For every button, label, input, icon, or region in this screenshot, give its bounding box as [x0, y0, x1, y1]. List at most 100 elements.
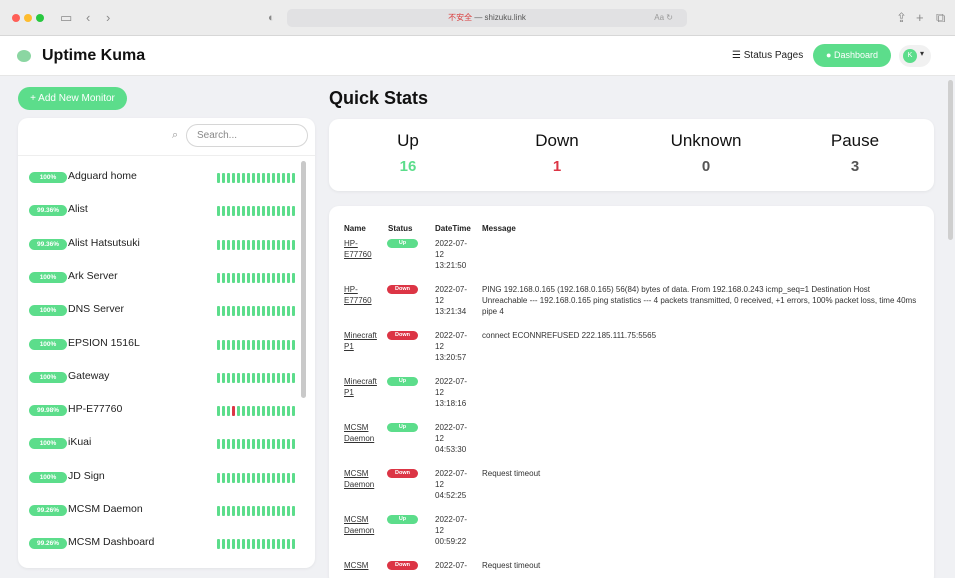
heartbeat-tick[interactable] [242, 439, 245, 449]
heartbeat-tick[interactable] [282, 173, 285, 183]
heartbeat-tick[interactable] [282, 539, 285, 549]
heartbeat-tick[interactable] [267, 406, 270, 416]
heartbeat-tick[interactable] [277, 240, 280, 250]
heartbeat-tick[interactable] [277, 506, 280, 516]
heartbeat-tick[interactable] [257, 206, 260, 216]
heartbeat-tick[interactable] [262, 406, 265, 416]
heartbeat-tick[interactable] [247, 173, 250, 183]
heartbeat-tick[interactable] [252, 306, 255, 316]
heartbeat-tick[interactable] [232, 173, 235, 183]
heartbeat-tick[interactable] [217, 240, 220, 250]
heartbeat-tick[interactable] [217, 340, 220, 350]
heartbeat-tick[interactable] [252, 406, 255, 416]
monitor-row[interactable]: 99.36% Alist Hatsutsuki [18, 227, 308, 260]
heartbeat-tick[interactable] [247, 273, 250, 283]
heartbeat-tick[interactable] [292, 506, 295, 516]
heartbeat-tick[interactable] [247, 539, 250, 549]
heartbeat-tick[interactable] [272, 373, 275, 383]
heartbeat-tick[interactable] [247, 439, 250, 449]
heartbeat-tick[interactable] [222, 240, 225, 250]
heartbeat-tick[interactable] [232, 473, 235, 483]
heartbeat-tick[interactable] [222, 373, 225, 383]
heartbeat-tick[interactable] [242, 206, 245, 216]
heartbeat-tick[interactable] [292, 539, 295, 549]
monitor-row[interactable]: 100% Ark Server [18, 260, 308, 293]
heartbeat-tick[interactable] [262, 506, 265, 516]
heartbeat-tick[interactable] [222, 273, 225, 283]
heartbeat-tick[interactable] [272, 539, 275, 549]
sidebar-toggle-icon[interactable]: ▭ [60, 9, 72, 27]
heartbeat-tick[interactable] [247, 240, 250, 250]
heartbeat-tick[interactable] [252, 206, 255, 216]
heartbeat-tick[interactable] [222, 473, 225, 483]
heartbeat-tick[interactable] [232, 506, 235, 516]
heartbeat-tick[interactable] [287, 506, 290, 516]
heartbeat-tick[interactable] [232, 240, 235, 250]
heartbeat-tick[interactable] [277, 206, 280, 216]
monitor-row[interactable]: 100% EPSION 1516L [18, 327, 308, 360]
heartbeat-tick[interactable] [292, 273, 295, 283]
heartbeat-tick[interactable] [252, 340, 255, 350]
heartbeat-tick[interactable] [242, 473, 245, 483]
monitor-row[interactable]: 99.26% MCSM Dashboard [18, 526, 308, 559]
heartbeat-tick[interactable] [292, 373, 295, 383]
heartbeat-tick[interactable] [247, 206, 250, 216]
heartbeat-tick[interactable] [237, 506, 240, 516]
heartbeat-tick[interactable] [242, 539, 245, 549]
new-tab-icon[interactable]: + [916, 9, 924, 27]
heartbeat-tick[interactable] [267, 340, 270, 350]
heartbeat-tick[interactable] [292, 173, 295, 183]
heartbeat-tick[interactable] [232, 206, 235, 216]
heartbeat-tick[interactable] [292, 306, 295, 316]
heartbeat-tick[interactable] [257, 439, 260, 449]
heartbeat-tick[interactable] [287, 273, 290, 283]
event-monitor-link[interactable]: Minecraft P1 [344, 330, 382, 352]
heartbeat-tick[interactable] [252, 240, 255, 250]
heartbeat-tick[interactable] [282, 506, 285, 516]
heartbeat-tick[interactable] [262, 340, 265, 350]
heartbeat-tick[interactable] [252, 173, 255, 183]
heartbeat-tick[interactable] [222, 406, 225, 416]
heartbeat-tick[interactable] [282, 306, 285, 316]
heartbeat-tick[interactable] [282, 340, 285, 350]
heartbeat-tick[interactable] [257, 273, 260, 283]
heartbeat-tick[interactable] [242, 240, 245, 250]
heartbeat-tick[interactable] [257, 406, 260, 416]
heartbeat-tick[interactable] [227, 173, 230, 183]
heartbeat-tick[interactable] [272, 206, 275, 216]
heartbeat-tick[interactable] [262, 273, 265, 283]
heartbeat-tick[interactable] [257, 373, 260, 383]
dashboard-button[interactable]: ● Dashboard [813, 44, 891, 67]
heartbeat-tick[interactable] [227, 439, 230, 449]
heartbeat-tick[interactable] [272, 306, 275, 316]
heartbeat-tick[interactable] [232, 273, 235, 283]
heartbeat-tick[interactable] [237, 273, 240, 283]
monitor-row[interactable]: 100% DNS Server [18, 293, 308, 326]
maximize-window-button[interactable] [36, 14, 44, 22]
heartbeat-tick[interactable] [242, 373, 245, 383]
heartbeat-tick[interactable] [222, 173, 225, 183]
heartbeat-tick[interactable] [262, 539, 265, 549]
monitor-row[interactable]: 99.26% MCSM Daemon [18, 493, 308, 526]
heartbeat-tick[interactable] [242, 340, 245, 350]
heartbeat-tick[interactable] [217, 306, 220, 316]
heartbeat-tick[interactable] [262, 206, 265, 216]
heartbeat-tick[interactable] [262, 306, 265, 316]
heartbeat-tick[interactable] [227, 206, 230, 216]
heartbeat-tick[interactable] [292, 473, 295, 483]
heartbeat-tick[interactable] [282, 240, 285, 250]
heartbeat-tick[interactable] [252, 439, 255, 449]
heartbeat-tick[interactable] [292, 406, 295, 416]
heartbeat-tick[interactable] [237, 439, 240, 449]
heartbeat-tick[interactable] [232, 439, 235, 449]
heartbeat-tick[interactable] [287, 539, 290, 549]
heartbeat-tick[interactable] [267, 373, 270, 383]
heartbeat-tick[interactable] [232, 306, 235, 316]
heartbeat-tick[interactable] [267, 240, 270, 250]
heartbeat-tick[interactable] [277, 539, 280, 549]
heartbeat-tick[interactable] [262, 439, 265, 449]
event-monitor-link[interactable]: HP- E77760 [344, 284, 382, 306]
heartbeat-tick[interactable] [257, 173, 260, 183]
heartbeat-tick[interactable] [227, 473, 230, 483]
monitor-row[interactable]: 100% Adguard home [18, 160, 308, 193]
